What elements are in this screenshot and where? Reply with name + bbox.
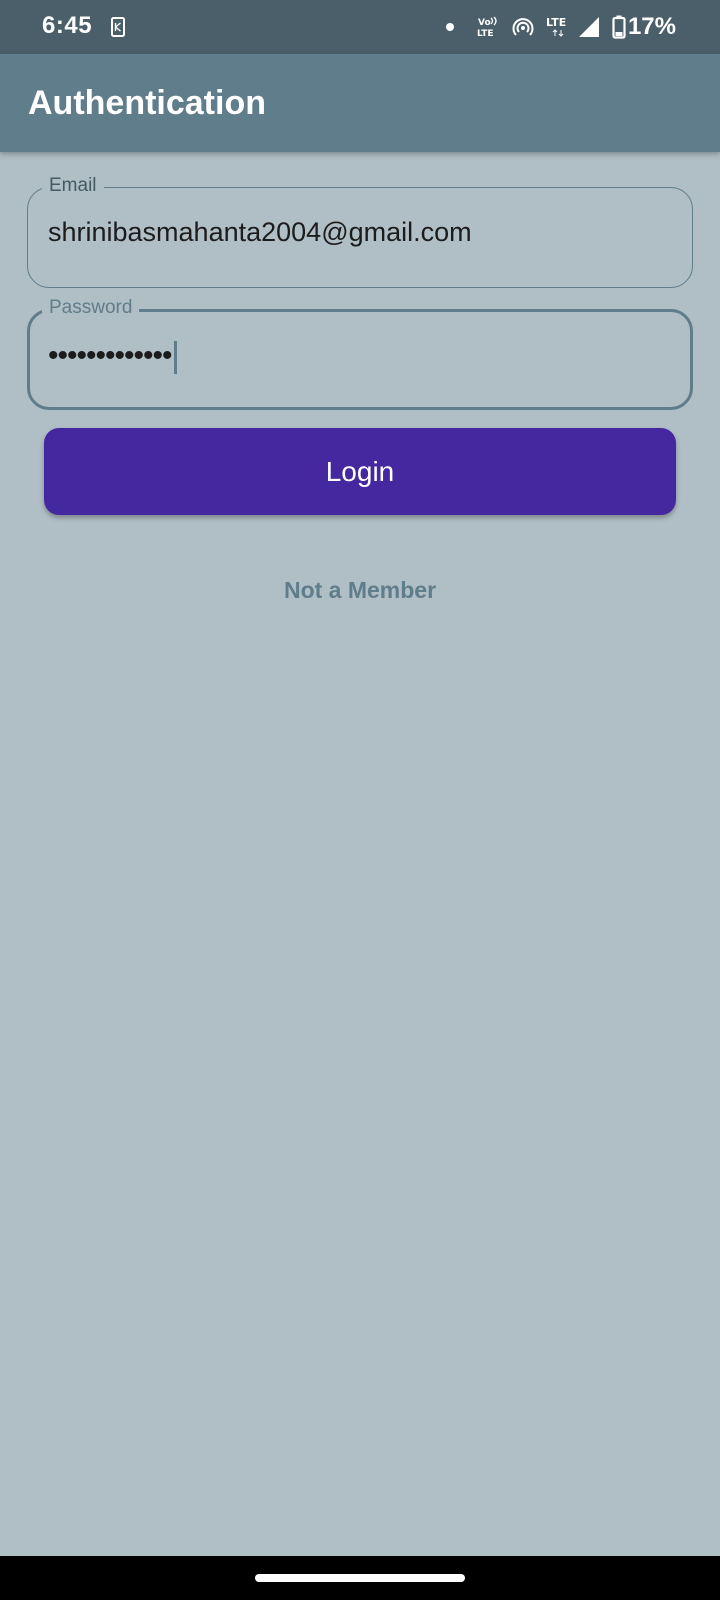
status-icons: Vo LTE LTE 17% [445, 0, 676, 54]
app-bar: Authentication [0, 54, 720, 152]
volte-text-top: Vo [478, 18, 491, 28]
volte-icon: Vo LTE [477, 16, 497, 38]
status-bar: 6:45 Vo LTE LTE 17% [0, 0, 720, 54]
text-cursor [173, 340, 177, 374]
email-field[interactable]: Email shrinibasmahanta2004@gmail.com [27, 175, 693, 288]
email-label: Email [42, 175, 104, 197]
password-value[interactable]: ••••••••••••• [48, 339, 177, 374]
password-masked-text: ••••••••••••• [48, 339, 173, 372]
email-value[interactable]: shrinibasmahanta2004@gmail.com [48, 217, 472, 248]
lte-text: LTE [546, 16, 566, 29]
password-label: Password [42, 297, 140, 319]
signal-icon [578, 17, 599, 37]
volte-text-bottom: LTE [477, 29, 494, 38]
page-title: Authentication [28, 84, 266, 122]
password-field[interactable]: Password ••••••••••••• [27, 297, 693, 410]
keyboard-notification-icon [111, 17, 125, 37]
battery-icon [612, 15, 626, 39]
hotspot-icon [512, 18, 534, 36]
login-button[interactable]: Login [44, 428, 676, 515]
not-a-member-link[interactable]: Not a Member [0, 577, 720, 604]
battery-percentage: 17% [627, 13, 676, 40]
gesture-handle[interactable] [255, 1574, 465, 1582]
lte-icon: LTE [546, 16, 566, 37]
status-time: 6:45 [42, 12, 93, 39]
navigation-bar [0, 1556, 720, 1600]
dot-icon [445, 23, 454, 31]
